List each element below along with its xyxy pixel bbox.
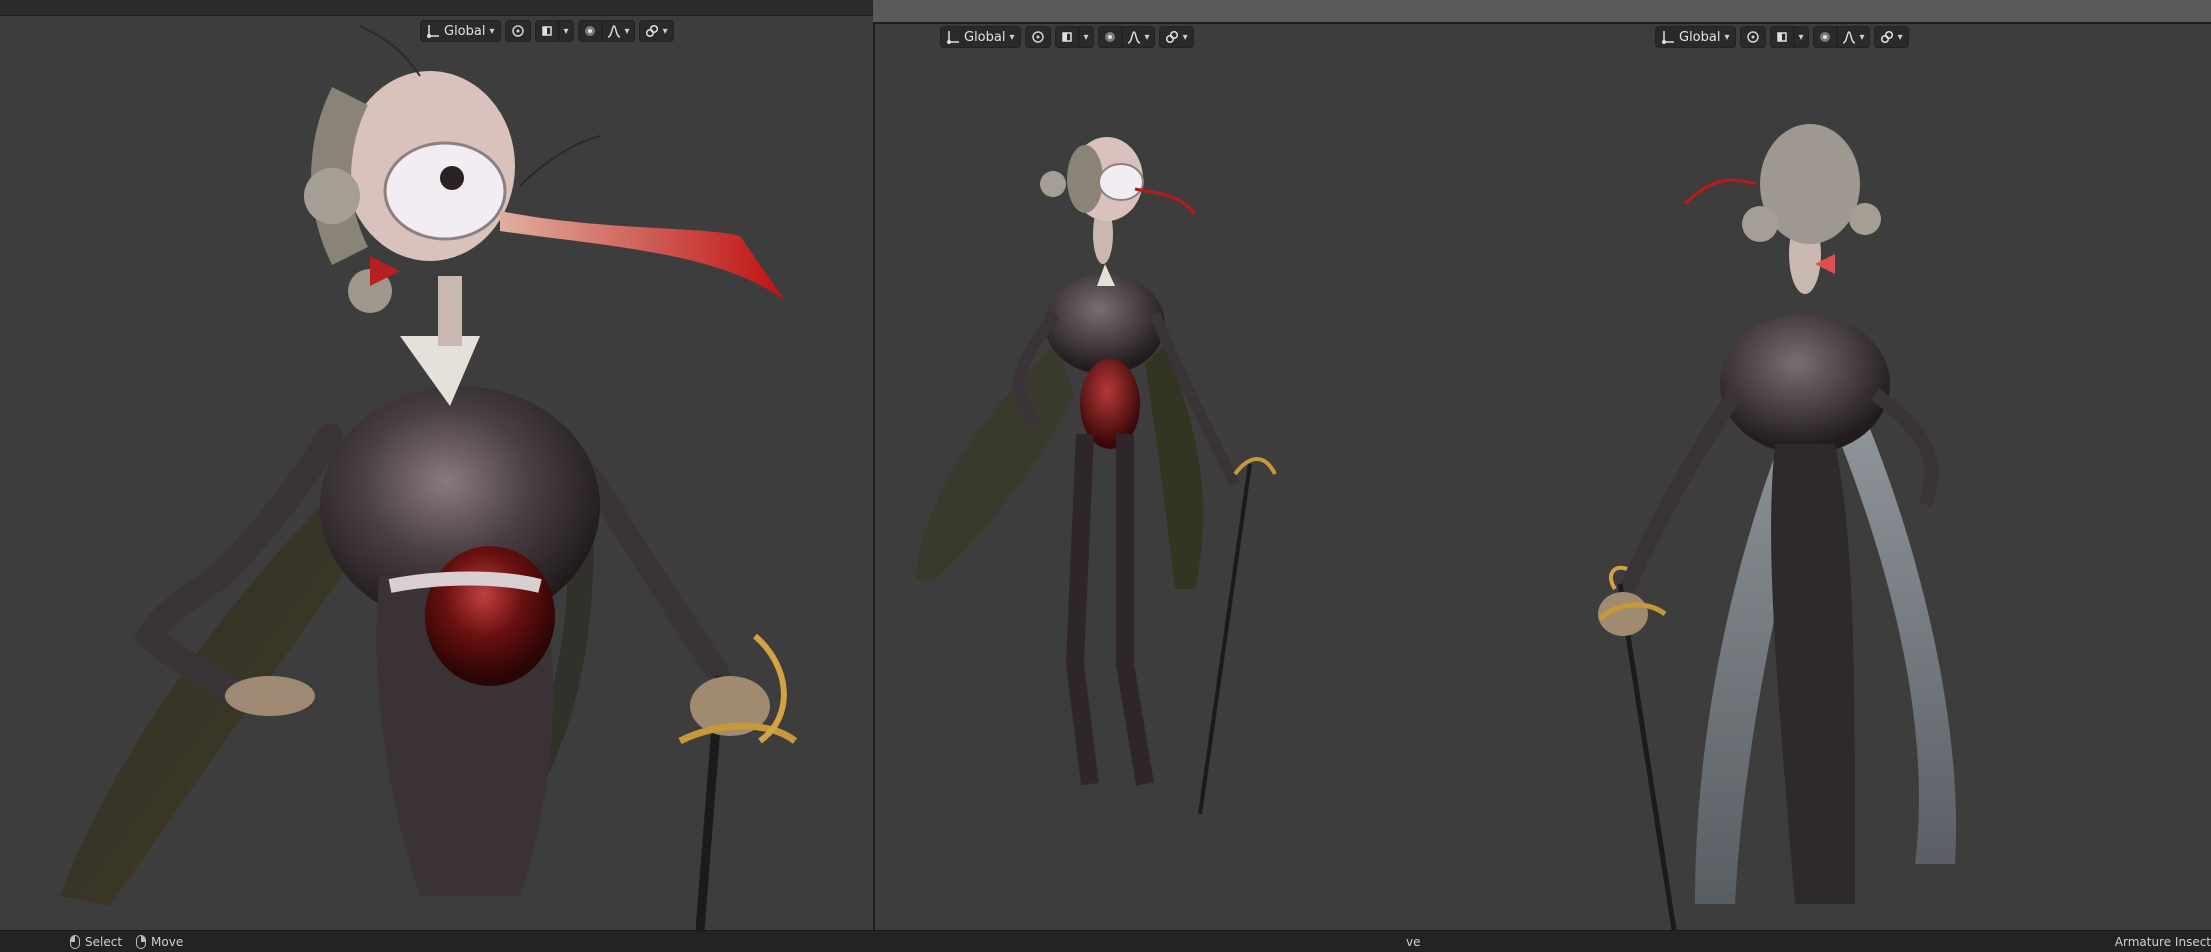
orientation-label: Global	[444, 23, 486, 39]
falloff-dropdown[interactable]: ▾	[601, 20, 635, 42]
overlay-dropdown[interactable]: ▾	[1873, 26, 1909, 48]
mouse-middle-icon	[136, 934, 147, 949]
snap-options-dropdown[interactable]: ▾	[558, 20, 574, 42]
proportional-editing-button[interactable]	[1812, 26, 1837, 48]
chevron-down-icon: ▾	[1724, 31, 1730, 43]
chevron-down-icon: ▾	[624, 25, 630, 37]
viewport-right[interactable]: Global ▾ ▾ ▾ ▾ Global ▾ ▾ ▾ ▾	[875, 24, 2211, 936]
chevron-down-icon: ▾	[489, 25, 495, 37]
snap-options-dropdown[interactable]: ▾	[1078, 26, 1094, 48]
proportional-editing-button[interactable]	[1097, 26, 1122, 48]
proportional-group: ▾	[577, 20, 635, 42]
transform-orientation-icon	[947, 31, 959, 44]
link-icon	[645, 24, 658, 38]
transform-orientation-dropdown[interactable]: Global ▾	[1655, 26, 1736, 48]
chevron-down-icon: ▾	[1798, 31, 1804, 43]
pivot-point-button[interactable]	[1024, 26, 1051, 48]
mouse-left-icon	[70, 934, 80, 949]
chevron-down-icon: ▾	[1182, 31, 1188, 43]
chevron-down-icon: ▾	[662, 25, 668, 37]
render-turnaround-views	[915, 124, 1957, 936]
snap-icon	[541, 26, 552, 36]
pivot-point-button[interactable]	[504, 20, 531, 42]
transform-orientation-dropdown[interactable]: Global ▾	[420, 20, 501, 42]
snap-toggle-button[interactable]	[1054, 26, 1079, 48]
overlay-dropdown[interactable]: ▾	[638, 20, 674, 42]
proportional-editing-icon	[1104, 32, 1115, 42]
status-scene-info: Armature Insect	[2114, 934, 2211, 949]
snap-toggle-button[interactable]	[534, 20, 559, 42]
link-icon	[1880, 30, 1893, 44]
status-move-label: Move	[151, 934, 184, 949]
pivot-point-icon	[1031, 31, 1044, 43]
pivot-point-icon	[1746, 31, 1759, 43]
proportional-editing-button[interactable]	[577, 20, 602, 42]
snap-icon	[1776, 32, 1787, 42]
viewport-right-top-border	[873, 0, 2211, 22]
chevron-down-icon: ▾	[563, 25, 569, 37]
transform-orientation-icon	[427, 25, 439, 38]
snap-group: ▾	[1769, 26, 1809, 48]
chevron-down-icon: ▾	[1009, 31, 1015, 43]
transform-orientation-icon	[1662, 31, 1674, 44]
viewport-left-top-border	[0, 0, 873, 17]
chevron-down-icon: ▾	[1859, 31, 1865, 43]
viewport-header-right: Global ▾ ▾ ▾ ▾	[1655, 25, 1909, 49]
orientation-label: Global	[1679, 29, 1721, 45]
viewport-header-left: Global ▾ ▾ ▾ ▾	[420, 19, 674, 43]
falloff-dropdown[interactable]: ▾	[1836, 26, 1870, 48]
status-middle-text: ve	[1406, 934, 1421, 949]
snap-options-dropdown[interactable]: ▾	[1793, 26, 1809, 48]
status-select-label: Select	[85, 934, 123, 949]
proportional-editing-icon	[1819, 32, 1830, 42]
snap-group: ▾	[1054, 26, 1094, 48]
render-closeup-view	[60, 25, 798, 930]
falloff-curve-icon	[1842, 31, 1855, 44]
transform-orientation-dropdown[interactable]: Global ▾	[940, 26, 1021, 48]
falloff-dropdown[interactable]: ▾	[1121, 26, 1155, 48]
proportional-group: ▾	[1812, 26, 1870, 48]
snap-group: ▾	[534, 20, 574, 42]
chevron-down-icon: ▾	[1897, 31, 1903, 43]
chevron-down-icon: ▾	[1083, 31, 1089, 43]
falloff-curve-icon	[1127, 31, 1140, 44]
proportional-editing-icon	[584, 26, 595, 36]
link-icon	[1165, 30, 1178, 44]
snap-toggle-button[interactable]	[1769, 26, 1794, 48]
viewport-left[interactable]: Global ▾ ▾ ▾ ▾	[0, 16, 873, 930]
status-hint-select: Select	[70, 934, 123, 949]
orientation-label: Global	[964, 29, 1006, 45]
status-bar: Select Move ve Armature Insect	[0, 930, 2211, 952]
viewport-header-middle: Global ▾ ▾ ▾ ▾	[940, 25, 1194, 49]
pivot-point-button[interactable]	[1739, 26, 1766, 48]
falloff-curve-icon	[607, 25, 620, 38]
pivot-point-icon	[511, 25, 524, 37]
snap-icon	[1061, 32, 1072, 42]
proportional-group: ▾	[1097, 26, 1155, 48]
overlay-dropdown[interactable]: ▾	[1158, 26, 1194, 48]
status-hint-move: Move	[136, 934, 184, 949]
chevron-down-icon: ▾	[1144, 31, 1150, 43]
